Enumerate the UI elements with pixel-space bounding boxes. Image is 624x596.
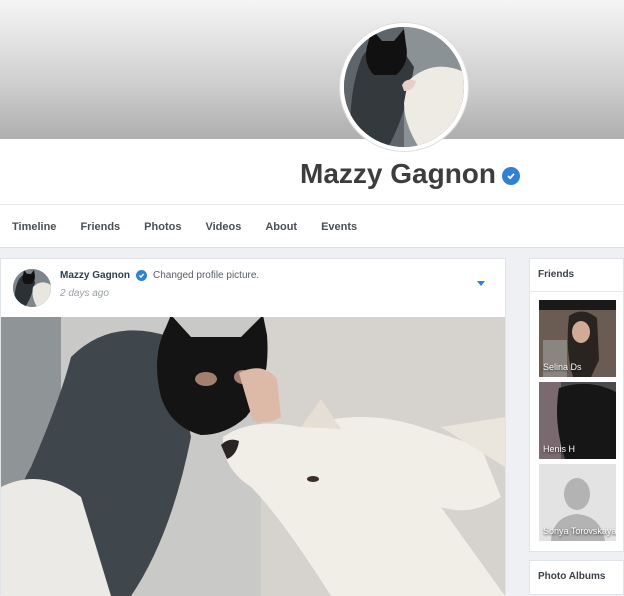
verified-icon — [136, 270, 148, 281]
profile-name-row: Mazzy Gagnon — [300, 158, 521, 190]
tab-videos[interactable]: Videos — [193, 221, 253, 233]
friends-widget: Friends Selina Ds Henis H Sonya Torovska… — [529, 258, 624, 552]
timeline-post: Mazzy Gagnon Changed profile picture. 2 … — [0, 258, 506, 596]
verified-badge-icon — [502, 167, 521, 185]
post-timestamp[interactable]: 2 days ago — [60, 288, 109, 299]
friend-name: Henis H — [543, 444, 576, 454]
post-action-text: Changed profile picture. — [153, 270, 260, 281]
tab-events[interactable]: Events — [309, 221, 369, 233]
post-photo-image — [1, 317, 505, 596]
post-header: Mazzy Gagnon Changed profile picture. — [60, 270, 259, 281]
post-author-avatar[interactable] — [13, 269, 51, 307]
tab-timeline[interactable]: Timeline — [0, 221, 68, 233]
photo-albums-title[interactable]: Photo Albums — [538, 571, 605, 582]
tab-friends[interactable]: Friends — [68, 221, 132, 233]
friend-name: Sonya Torovskaya — [543, 526, 616, 536]
friends-widget-title[interactable]: Friends — [538, 269, 574, 280]
friend-tile[interactable]: Selina Ds — [539, 300, 616, 377]
post-photo[interactable] — [1, 317, 505, 596]
post-author-name[interactable]: Mazzy Gagnon — [60, 270, 130, 281]
friend-tile[interactable]: Sonya Torovskaya — [539, 464, 616, 541]
profile-name: Mazzy Gagnon — [300, 158, 497, 189]
friend-name: Selina Ds — [543, 362, 582, 372]
tab-about[interactable]: About — [253, 221, 309, 233]
profile-header: Mazzy Gagnon Timeline Friends Photos Vid… — [0, 0, 624, 248]
photo-albums-widget: Photo Albums — [529, 560, 624, 595]
cover-photo[interactable] — [0, 0, 624, 139]
friend-tile[interactable]: Henis H — [539, 382, 616, 459]
profile-nav: Timeline Friends Photos Videos About Eve… — [0, 205, 624, 248]
profile-avatar[interactable] — [340, 23, 468, 151]
friends-widget-divider — [530, 291, 624, 292]
tab-photos[interactable]: Photos — [132, 221, 193, 233]
post-options-chevron-down-icon[interactable] — [477, 281, 485, 286]
